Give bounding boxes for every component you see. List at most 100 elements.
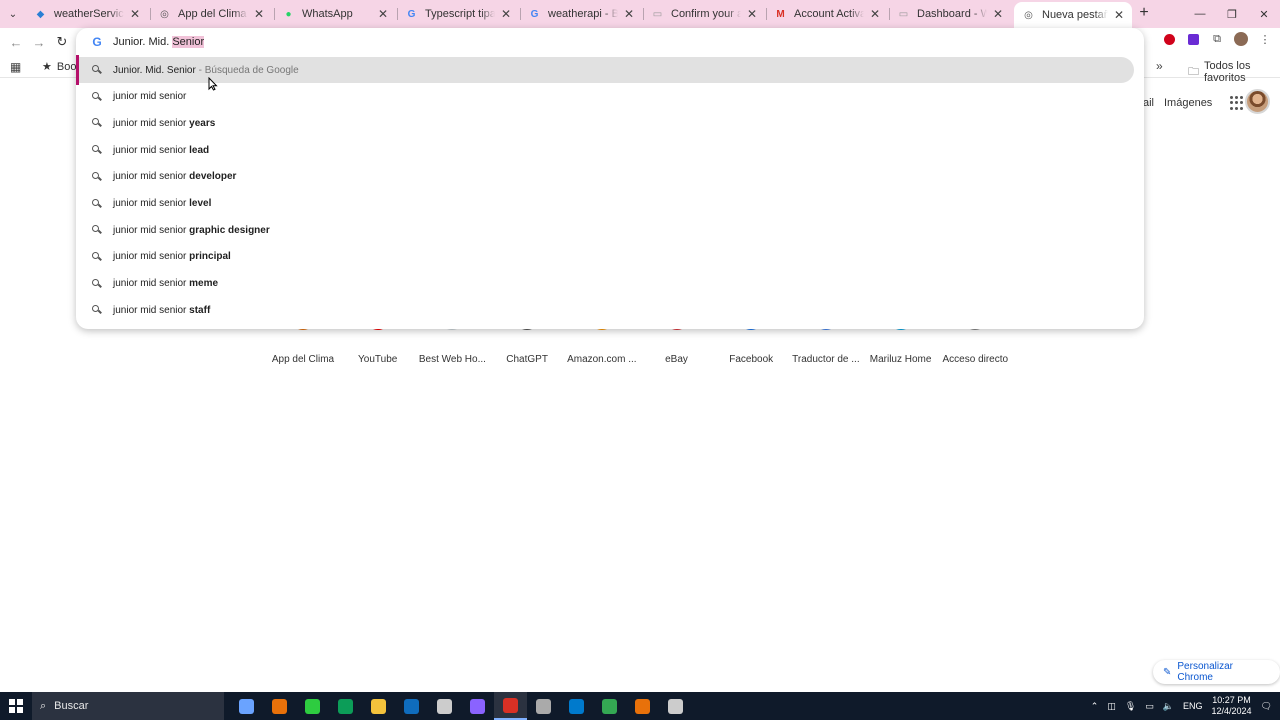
taskbar-app-icon[interactable] — [395, 692, 428, 720]
address-bar[interactable]: G Junior. Mid. Senior — [76, 28, 1144, 56]
tray-app-icon[interactable]: ◫ — [1107, 701, 1116, 712]
tab-title: Nueva pestaña — [1042, 9, 1108, 21]
language-indicator[interactable]: ENG — [1183, 701, 1203, 711]
search-icon: ⌕ — [40, 699, 47, 712]
taskbar-app-icon[interactable] — [494, 692, 527, 720]
forward-icon[interactable]: → — [30, 33, 48, 51]
network-icon[interactable]: ▭ — [1145, 701, 1154, 712]
suggestion-item[interactable]: Junior. Mid. Senior - Búsqueda de Google — [76, 55, 1134, 85]
all-bookmarks-button[interactable]: 🗀 Todos los favoritos — [1188, 60, 1280, 84]
notification-icon[interactable]: 🗨 — [1261, 701, 1272, 712]
taskbar-app-icon[interactable] — [329, 692, 362, 720]
volume-icon[interactable]: 🔈 — [1163, 701, 1174, 712]
suggestion-item[interactable]: junior mid senior principal — [76, 244, 1144, 270]
new-tab-plus-icon[interactable]: + — [1136, 5, 1152, 23]
chrome-icon: ◎ — [1024, 9, 1033, 21]
taskbar-app-icon[interactable] — [626, 692, 659, 720]
microphone-icon[interactable]: 🎙 — [1125, 701, 1136, 712]
tab-close-icon[interactable]: ✕ — [1112, 8, 1126, 22]
gmail-icon: M — [776, 8, 785, 20]
tab-close-icon[interactable]: ✕ — [376, 7, 390, 21]
tab-close-icon[interactable]: ✕ — [868, 7, 882, 21]
apps-grid-icon[interactable]: ▦ — [10, 60, 21, 74]
browser-tab[interactable]: ◎ Nueva pestaña ✕ — [1014, 2, 1132, 28]
suggestion-text: junior mid senior — [113, 278, 190, 290]
suggestion-text: junior mid senior — [113, 171, 190, 183]
google-icon: G — [407, 8, 416, 20]
minimize-icon[interactable]: — — [1184, 0, 1216, 28]
taskbar-app-icon[interactable] — [527, 692, 560, 720]
suggestion-item[interactable]: junior mid senior years — [76, 110, 1144, 136]
record-extension-icon[interactable] — [1162, 32, 1176, 46]
taskbar-app-icon[interactable] — [362, 692, 395, 720]
tab-close-icon[interactable]: ✕ — [991, 7, 1005, 21]
taskbar-app-icon[interactable] — [659, 692, 692, 720]
shortcut-label: Best Web Ho... — [418, 354, 486, 365]
extensions-puzzle-icon[interactable]: ⧉ — [1210, 32, 1224, 46]
taskbar-search[interactable]: ⌕ Buscar — [32, 692, 224, 720]
taskbar-app-icon[interactable] — [263, 692, 296, 720]
profile-avatar-icon[interactable] — [1234, 32, 1248, 46]
taskbar-app-icon[interactable] — [428, 692, 461, 720]
windows-start-icon[interactable] — [9, 699, 23, 713]
suggestion-item[interactable]: junior mid senior graphic designer — [76, 217, 1144, 243]
tab-close-icon[interactable]: ✕ — [499, 7, 513, 21]
clock[interactable]: 10:27 PM 12/4/2024 — [1212, 695, 1252, 717]
browser-tab[interactable]: Gweatherapi - Buscar c ✕ — [520, 0, 642, 28]
taskbar-apps — [230, 692, 692, 720]
browser-tab[interactable]: G Typescript tipado est ✕ — [397, 0, 519, 28]
tab-title: Dashboard - Weathe — [917, 8, 987, 20]
google-icon: G — [530, 8, 539, 20]
suggestion-item[interactable]: junior mid senior lead — [76, 137, 1144, 163]
taskbar-app-icon[interactable] — [230, 692, 263, 720]
tab-search-chevron-icon[interactable]: ⌄ — [4, 5, 22, 23]
suggestion-item[interactable]: junior mid senior meme — [76, 271, 1144, 297]
bookmarks-overflow-icon[interactable]: » — [1156, 59, 1163, 73]
search-icon — [91, 304, 103, 316]
toolbar-right-icons: ⧉ ⋮ — [1162, 32, 1272, 46]
purple-extension-icon[interactable] — [1186, 32, 1200, 46]
browser-tab[interactable]: M Account Activation - ✕ — [766, 0, 888, 28]
tab-close-icon[interactable]: ✕ — [622, 7, 636, 21]
suggestion-item[interactable]: junior mid senior staff — [76, 297, 1144, 323]
taskbar-app-icon[interactable] — [461, 692, 494, 720]
taskbar-app-icon[interactable] — [296, 692, 329, 720]
images-link[interactable]: Imágenes — [1164, 97, 1212, 109]
address-bar-text[interactable]: Junior. Mid. Senior — [113, 36, 205, 48]
taskbar-app-icon[interactable] — [560, 692, 593, 720]
tab-close-icon[interactable]: ✕ — [745, 7, 759, 21]
search-icon — [91, 278, 103, 290]
taskbar-app-icon[interactable] — [593, 692, 626, 720]
reload-icon[interactable]: ↻ — [53, 33, 71, 51]
customize-chrome-button[interactable]: ✎ Personalizar Chrome — [1153, 660, 1280, 684]
tray-chevron-icon[interactable]: ⌃ — [1091, 701, 1099, 712]
suggestion-item[interactable]: junior mid senior — [76, 84, 1144, 110]
tab-close-icon[interactable]: ✕ — [252, 7, 266, 21]
folder-icon: 🗀 — [1188, 65, 1199, 78]
page-icon: ▭ — [652, 8, 663, 20]
suggestion-text: junior mid senior — [113, 224, 190, 236]
browser-tab[interactable]: ● WhatsApp ✕ — [274, 0, 396, 28]
more-menu-icon[interactable]: ⋮ — [1258, 32, 1272, 46]
suggestion-item[interactable]: junior mid senior developer — [76, 164, 1144, 190]
shortcut-label: Mariluz Home — [869, 354, 932, 365]
browser-tab[interactable]: ▭ Dashboard - Weathe ✕ — [889, 0, 1011, 28]
search-icon — [91, 117, 103, 129]
suggestion-completion: developer — [189, 171, 237, 183]
back-icon[interactable]: ← — [7, 33, 25, 51]
close-window-icon[interactable]: ✕ — [1248, 0, 1280, 28]
shortcut-label: ChatGPT — [506, 354, 548, 365]
ntp-header-links: Gmail Imágenes — [1140, 96, 1244, 110]
browser-tab[interactable]: ◎ App del Clima ✕ — [150, 0, 272, 28]
whatsapp-icon: ● — [285, 8, 292, 20]
restore-icon[interactable]: ❐ — [1216, 0, 1248, 28]
browser-tab[interactable]: ◆ weatherService.ts - W ✕ — [26, 0, 148, 28]
suggestion-completion: principal — [189, 251, 231, 263]
browser-tab[interactable]: ▭ Confirm your accoun ✕ — [643, 0, 765, 28]
google-apps-icon[interactable] — [1230, 96, 1244, 110]
system-tray: ⌃ ◫ 🎙 ▭ 🔈 ENG 10:27 PM 12/4/2024 🗨 — [1091, 692, 1280, 720]
account-avatar[interactable] — [1245, 89, 1270, 114]
tab-close-icon[interactable]: ✕ — [128, 7, 142, 21]
shortcut-label: YouTube — [358, 354, 398, 365]
suggestion-item[interactable]: junior mid senior level — [76, 191, 1144, 217]
